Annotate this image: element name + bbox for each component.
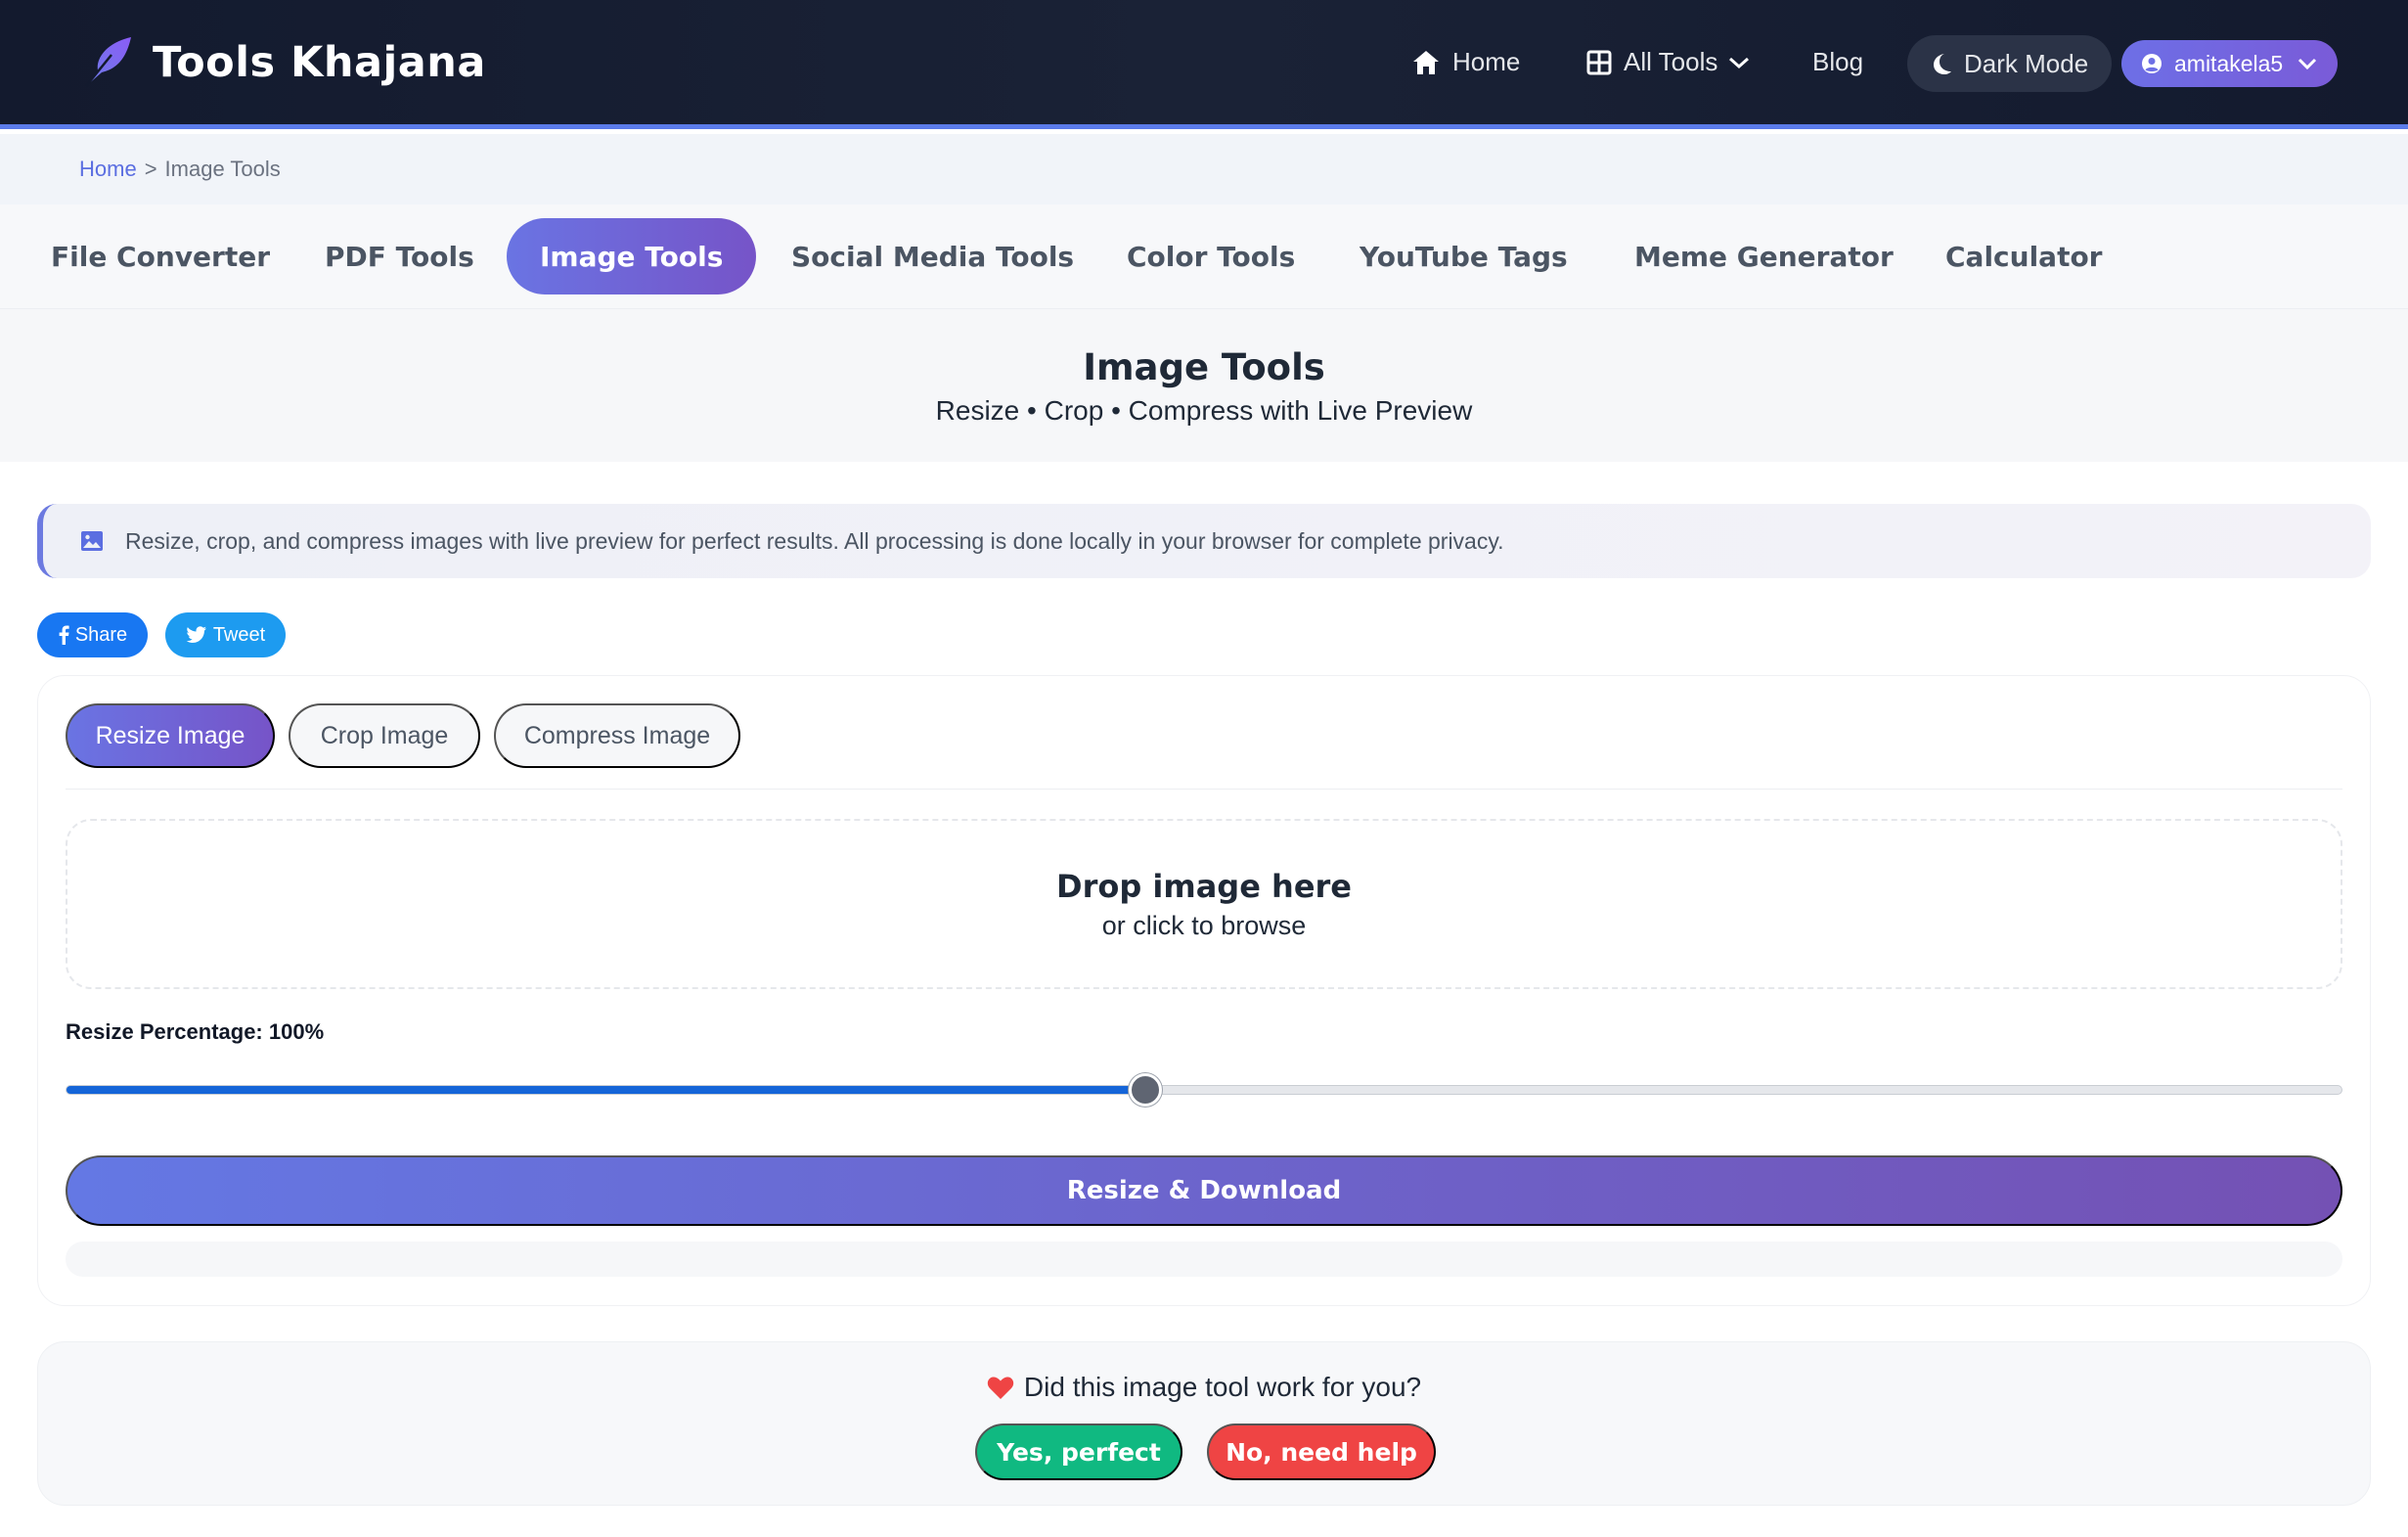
page-hero: Image Tools Resize • Crop • Compress wit…: [0, 309, 2408, 462]
tab-color-tools[interactable]: Color Tools: [1127, 218, 1295, 294]
category-tab-bar: File Converter PDF Tools Image Tools Soc…: [0, 204, 2408, 309]
slider-fill: [67, 1086, 1145, 1094]
user-circle-icon: [2142, 54, 2162, 73]
grid-icon: [1586, 50, 1612, 74]
tab-file-converter[interactable]: File Converter: [51, 218, 270, 294]
chevron-down-icon: [2298, 58, 2317, 70]
site-header: Tools Khajana Home All Tools Blog Dark M…: [0, 0, 2408, 129]
image-dropzone[interactable]: Drop image here or click to browse: [66, 819, 2342, 989]
dark-mode-label: Dark Mode: [1964, 48, 2089, 78]
facebook-icon: [59, 625, 69, 645]
tab-youtube-tags[interactable]: YouTube Tags: [1360, 218, 1568, 294]
tab-compress-image[interactable]: Compress Image: [494, 703, 740, 768]
tab-divider: [66, 789, 2342, 790]
info-text: Resize, crop, and compress images with l…: [125, 527, 1504, 554]
chevron-down-icon: [1729, 57, 1750, 68]
tab-resize-image[interactable]: Resize Image: [66, 703, 275, 768]
tab-calculator[interactable]: Calculator: [1945, 218, 2103, 294]
image-tool-card: Resize Image Crop Image Compress Image D…: [37, 675, 2371, 1306]
nav-home-label: Home: [1452, 47, 1521, 76]
nav-all-tools-dropdown[interactable]: All Tools: [1586, 0, 1751, 124]
nav-home-link[interactable]: Home: [1411, 0, 1520, 124]
user-menu[interactable]: amitakela5: [2121, 40, 2339, 87]
resize-percentage-slider[interactable]: [66, 1073, 2342, 1107]
dropzone-subtitle: or click to browse: [1101, 911, 1307, 940]
resize-download-button[interactable]: Resize & Download: [66, 1155, 2342, 1226]
tab-pdf-tools[interactable]: PDF Tools: [325, 218, 474, 294]
breadcrumb-current: Image Tools: [164, 157, 281, 181]
feedback-question: Did this image tool work for you?: [38, 1372, 2370, 1403]
image-icon: [81, 531, 103, 551]
breadcrumb: Home > Image Tools: [0, 134, 2408, 204]
nav-blog-label: Blog: [1812, 47, 1864, 76]
brand-name: Tools Khajana: [153, 38, 486, 87]
tab-image-tools[interactable]: Image Tools: [507, 218, 757, 294]
home-icon: [1413, 50, 1439, 74]
twitter-icon: [186, 626, 206, 643]
dark-mode-toggle[interactable]: Dark Mode: [1907, 35, 2113, 92]
nav-all-tools-label: All Tools: [1624, 47, 1718, 76]
heart-icon: [987, 1377, 1014, 1399]
nav-blog-link[interactable]: Blog: [1812, 0, 1863, 124]
tweet-label: Tweet: [212, 623, 266, 646]
share-label: Share: [74, 623, 128, 646]
breadcrumb-home-link[interactable]: Home: [79, 157, 137, 182]
twitter-tweet-button[interactable]: Tweet: [165, 612, 286, 657]
breadcrumb-separator: >: [144, 157, 157, 181]
feedback-yes-button[interactable]: Yes, perfect: [975, 1424, 1182, 1480]
tab-social-media-tools[interactable]: Social Media Tools: [791, 218, 1074, 294]
page-subtitle: Resize • Crop • Compress with Live Previ…: [935, 395, 1473, 426]
page-title: Image Tools: [1083, 346, 1325, 388]
feather-icon: [85, 37, 131, 87]
feedback-question-text: Did this image tool work for you?: [1023, 1372, 1422, 1402]
info-banner: Resize, crop, and compress images with l…: [37, 504, 2371, 578]
facebook-share-button[interactable]: Share: [37, 612, 148, 657]
progress-area: [66, 1242, 2342, 1277]
resize-percentage-label: Resize Percentage: 100%: [66, 1019, 325, 1044]
brand-logo[interactable]: Tools Khajana: [78, 33, 486, 92]
dropzone-title: Drop image here: [1056, 868, 1352, 905]
tab-crop-image[interactable]: Crop Image: [289, 703, 480, 768]
feedback-panel: Did this image tool work for you? Yes, p…: [37, 1341, 2371, 1506]
tab-meme-generator[interactable]: Meme Generator: [1634, 218, 1894, 294]
feedback-no-button[interactable]: No, need help: [1207, 1424, 1436, 1480]
slider-thumb[interactable]: [1128, 1073, 1162, 1107]
user-name: amitakela5: [2174, 50, 2284, 76]
moon-icon: [1934, 54, 1951, 74]
